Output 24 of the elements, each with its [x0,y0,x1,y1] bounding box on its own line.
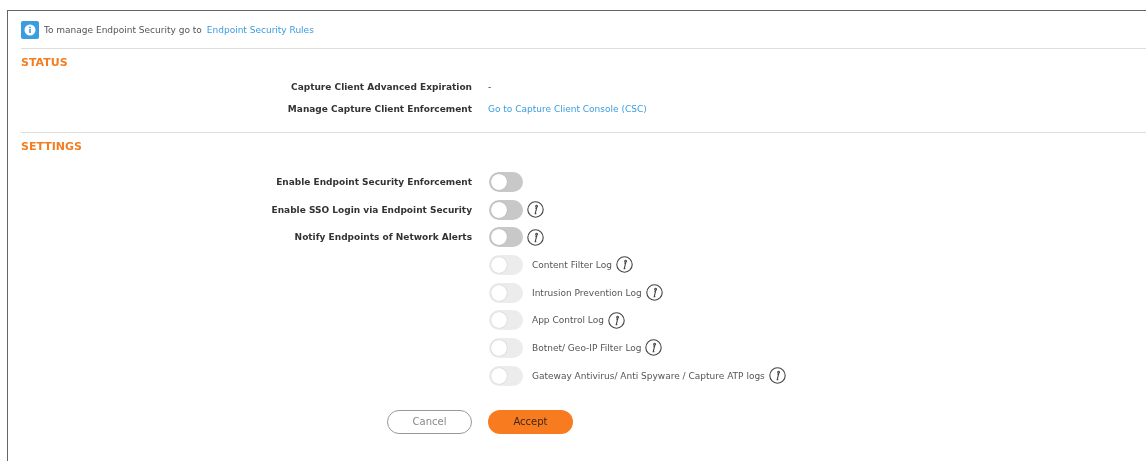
setting-label: Intrusion Prevention Log [532,287,642,298]
console-link[interactable]: Go to Capture Client Console (CSC) [488,104,647,114]
endpoint-rules-link[interactable]: Endpoint Security Rules [206,24,314,35]
info-icon[interactable] [527,201,544,219]
info-icon [21,20,39,39]
toggle-switch[interactable] [489,171,523,192]
section-heading: SETTINGS [21,139,83,153]
setting-label: Gateway Antivirus/ Anti Spyware / Capture ATP logs [532,370,765,381]
toggle-switch[interactable] [489,227,523,248]
section-heading: STATUS [21,55,69,69]
accept-button[interactable]: Accept [488,409,573,434]
field-label: Capture Client Advanced Expiration [290,82,472,92]
field-label: Manage Capture Client Enforcement [286,104,472,114]
setting-label: Botnet/ Geo-IP Filter Log [532,342,642,353]
setting-label: Notify Endpoints of Network Alerts [293,232,472,243]
info-icon[interactable] [527,228,544,246]
setting-label: Content Filter Log [532,259,612,270]
setting-label: App Control Log [532,315,604,326]
setting-label: Enable SSO Login via Endpoint Security [270,204,472,215]
setting-label: Enable Endpoint Security Enforcement [275,176,472,187]
field-value: - [488,82,492,92]
notice-text: To manage Endpoint Security go to [44,24,202,35]
toggle-switch[interactable] [489,199,523,220]
cancel-button[interactable]: Cancel [387,409,472,434]
